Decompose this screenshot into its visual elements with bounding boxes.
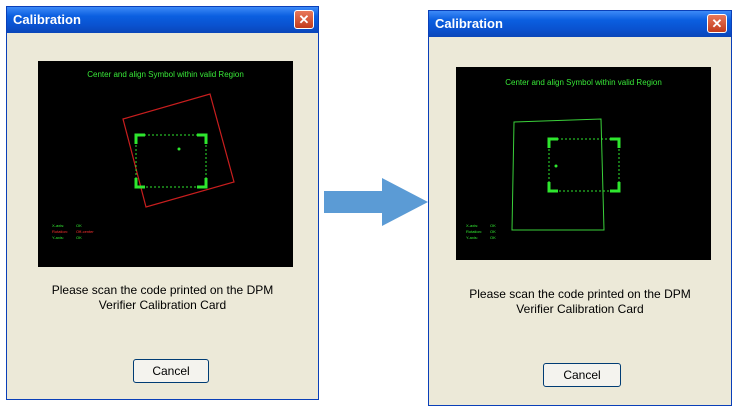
camera-preview: Center and align Symbol within valid Reg…	[456, 67, 711, 260]
cancel-button[interactable]: Cancel	[543, 363, 621, 387]
valid-region-box	[547, 137, 621, 193]
close-button[interactable]: ✕	[294, 10, 314, 29]
status-readout: X-axis: OK Rotation: Off-center Y-axis: OK	[52, 223, 94, 241]
calibration-dialog-after: Calibration ✕ Center and align Symbol wi…	[428, 10, 732, 406]
cancel-button[interactable]: Cancel	[133, 359, 209, 383]
symbol-center-dot	[177, 147, 181, 151]
title-bar[interactable]: Calibration ✕	[429, 11, 731, 37]
status-readout: X-axis: OK Rotation: OK Y-axis: OK	[466, 223, 496, 241]
aligned-symbol-outline	[511, 118, 605, 231]
calibration-dialog-before: Calibration ✕ Center and align Symbol wi…	[6, 6, 319, 400]
status-row: Y-axis: OK	[52, 235, 82, 240]
window-title: Calibration	[13, 12, 81, 27]
valid-region-box	[134, 133, 208, 189]
status-row: Y-axis: OK	[466, 235, 496, 240]
title-bar[interactable]: Calibration ✕	[7, 7, 318, 33]
instructions-text: Please scan the code printed on the DPM …	[51, 283, 274, 312]
right-arrow-icon	[324, 178, 428, 226]
camera-preview: Center and align Symbol within valid Reg…	[38, 61, 293, 267]
close-button[interactable]: ✕	[707, 14, 727, 33]
instructions-text: Please scan the code printed on the DPM …	[469, 287, 691, 316]
misaligned-symbol-outline	[122, 93, 235, 208]
symbol-center-dot	[554, 164, 558, 168]
window-title: Calibration	[435, 16, 503, 31]
